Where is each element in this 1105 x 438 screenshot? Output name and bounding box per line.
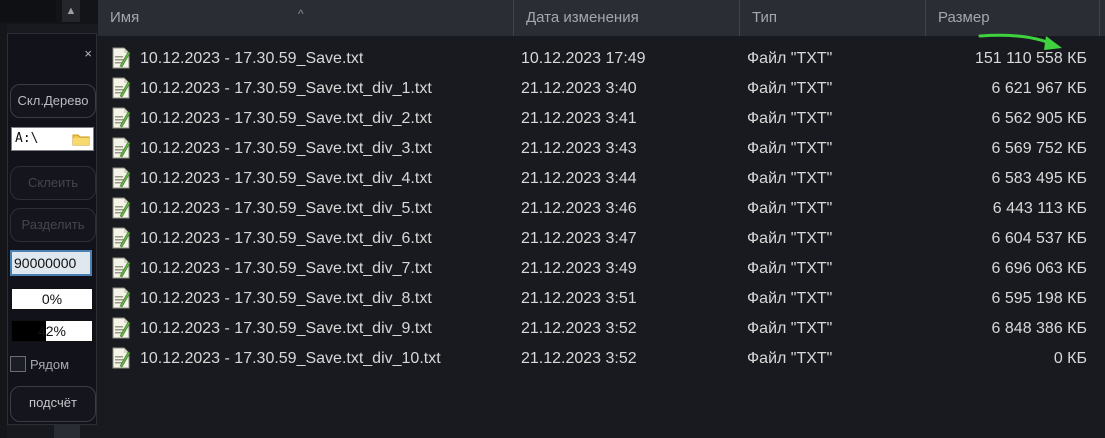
count-button[interactable]: подсчёт [10,386,96,422]
txt-file-icon [112,47,131,69]
column-header-name-label: Имя [110,9,140,26]
file-date: 10.12.2023 17:49 [521,50,646,67]
file-name: 10.12.2023 - 17.30.59_Save.txt_div_10.tx… [140,350,441,367]
file-type: Файл "TXT" [747,50,833,67]
txt-file-icon [112,167,131,189]
progress-bar-1: 0% [11,288,93,310]
file-name: 10.12.2023 - 17.30.59_Save.txt [140,50,364,67]
file-name: 10.12.2023 - 17.30.59_Save.txt_div_2.txt [140,110,432,127]
file-name: 10.12.2023 - 17.30.59_Save.txt_div_4.txt [140,170,432,187]
txt-file-icon [112,107,131,129]
path-value: A:\ [15,131,39,146]
txt-file-icon [112,197,131,219]
glue-button[interactable]: Склеить [10,166,96,200]
file-row[interactable]: 10.12.2023 - 17.30.59_Save.txt 10.12.2023… [98,44,1105,74]
progress-bar-2: 42% [11,320,93,342]
column-header-bar: Имя ^ Дата изменения Тип Размер [98,0,1105,36]
file-date: 21.12.2023 3:44 [521,170,637,187]
column-header-type[interactable]: Тип [740,0,926,36]
file-size: 6 621 967 КБ [991,80,1087,97]
panel-title-bar: × [8,34,98,70]
file-name: 10.12.2023 - 17.30.59_Save.txt_div_9.txt [140,320,432,337]
file-date: 21.12.2023 3:47 [521,230,637,247]
folder-icon[interactable] [72,132,90,146]
file-row[interactable]: 10.12.2023 - 17.30.59_Save.txt_div_2.txt… [98,104,1105,134]
file-date: 21.12.2023 3:49 [521,260,637,277]
file-name: 10.12.2023 - 17.30.59_Save.txt_div_5.txt [140,200,432,217]
beside-checkbox[interactable] [10,356,26,372]
background-tile [54,425,80,438]
sort-ascending-icon: ^ [298,7,304,21]
scroll-up-button[interactable]: ▲ [62,0,80,22]
file-row[interactable]: 10.12.2023 - 17.30.59_Save.txt_div_3.txt… [98,134,1105,164]
file-size: 6 569 752 КБ [991,140,1087,157]
file-row[interactable]: 10.12.2023 - 17.30.59_Save.txt_div_4.txt… [98,164,1105,194]
file-date: 21.12.2023 3:52 [521,320,637,337]
file-size: 6 562 905 КБ [991,110,1087,127]
file-row[interactable]: 10.12.2023 - 17.30.59_Save.txt_div_6.txt… [98,224,1105,254]
file-date: 21.12.2023 3:43 [521,140,637,157]
file-size: 0 КБ [1053,350,1087,367]
file-type: Файл "TXT" [747,350,833,367]
annotation-arrow [978,33,1062,50]
file-type: Файл "TXT" [747,260,833,277]
file-row[interactable]: 10.12.2023 - 17.30.59_Save.txt_div_5.txt… [98,194,1105,224]
file-size: 6 595 198 КБ [991,290,1087,307]
progress-bar-1-label: 0% [41,291,63,307]
txt-file-icon [112,287,131,309]
file-row[interactable]: 10.12.2023 - 17.30.59_Save.txt_div_7.txt… [98,254,1105,284]
file-name: 10.12.2023 - 17.30.59_Save.txt_div_7.txt [140,260,432,277]
chevron-up-icon: ▲ [65,5,77,17]
file-name: 10.12.2023 - 17.30.59_Save.txt_div_8.txt [140,290,432,307]
beside-checkbox-row[interactable]: Рядом [10,354,96,374]
file-row[interactable]: 10.12.2023 - 17.30.59_Save.txt_div_8.txt… [98,284,1105,314]
file-date: 21.12.2023 3:52 [521,350,637,367]
file-type: Файл "TXT" [747,170,833,187]
file-date: 21.12.2023 3:40 [521,80,637,97]
file-list-view: Имя ^ Дата изменения Тип Размер 10.12.20… [98,0,1105,438]
txt-file-icon [112,137,131,159]
file-size: 6 848 386 КБ [991,320,1087,337]
file-row[interactable]: 10.12.2023 - 17.30.59_Save.txt_div_1.txt… [98,74,1105,104]
file-name: 10.12.2023 - 17.30.59_Save.txt_div_3.txt [140,140,432,157]
file-name: 10.12.2023 - 17.30.59_Save.txt_div_1.txt [140,80,432,97]
txt-file-icon [112,257,131,279]
file-size: 6 443 113 КБ [992,200,1087,217]
top-strip-block [0,0,56,22]
file-date: 21.12.2023 3:41 [521,110,637,127]
file-type: Файл "TXT" [747,320,833,337]
txt-file-icon [112,347,131,369]
file-type: Файл "TXT" [747,110,833,127]
txt-file-icon [112,77,131,99]
file-name: 10.12.2023 - 17.30.59_Save.txt_div_6.txt [140,230,432,247]
left-edge [0,0,7,438]
txt-file-icon [112,317,131,339]
file-type: Файл "TXT" [747,230,833,247]
file-row[interactable]: 10.12.2023 - 17.30.59_Save.txt_div_10.tx… [98,344,1105,374]
file-type: Файл "TXT" [747,290,833,307]
file-type: Файл "TXT" [747,140,833,157]
file-date: 21.12.2023 3:46 [521,200,637,217]
file-rows: 10.12.2023 - 17.30.59_Save.txt 10.12.2023… [98,44,1105,374]
collapse-tree-button[interactable]: Скл.Дерево [10,84,96,118]
progress-bar-2-label: 42% [37,323,67,339]
file-row[interactable]: 10.12.2023 - 17.30.59_Save.txt_div_9.txt… [98,314,1105,344]
column-header-name[interactable]: Имя ^ [98,0,514,36]
column-header-date[interactable]: Дата изменения [514,0,740,36]
file-size: 6 696 063 КБ [991,260,1087,277]
split-button[interactable]: Разделить [10,208,96,242]
txt-file-icon [112,227,131,249]
file-type: Файл "TXT" [747,200,833,217]
beside-checkbox-label: Рядом [30,357,70,372]
top-strip: ▲ [0,0,98,24]
file-date: 21.12.2023 3:51 [521,290,637,307]
file-size: 6 583 495 КБ [991,170,1087,187]
path-field[interactable]: A:\ [11,127,94,151]
file-type: Файл "TXT" [747,80,833,97]
splitter-tool-panel: × Скл.Дерево A:\ Склеить Разделить 90000… [7,33,97,425]
file-size: 6 604 537 КБ [991,230,1087,247]
chunk-size-input[interactable]: 90000000 [10,250,92,276]
close-icon[interactable]: × [84,47,92,60]
